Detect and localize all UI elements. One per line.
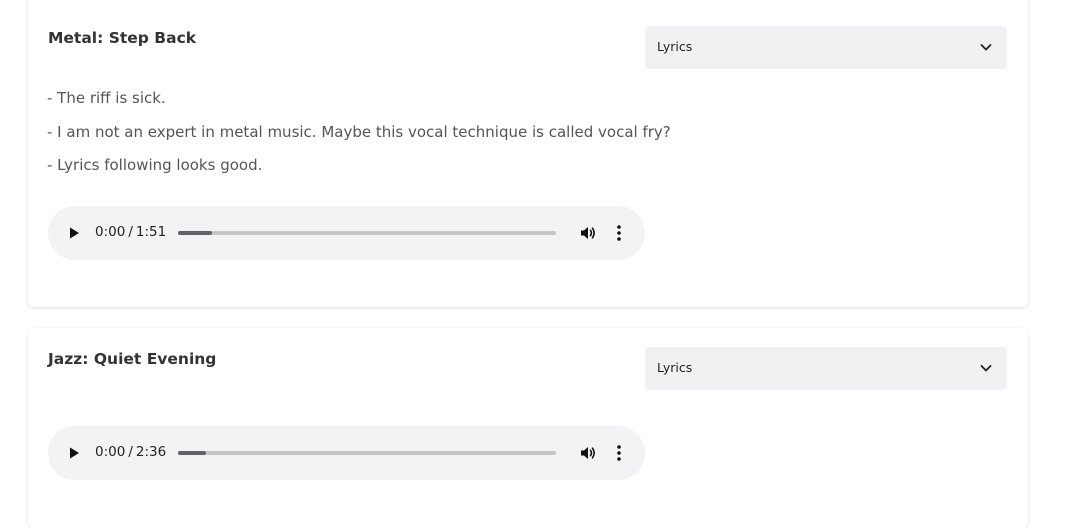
play-icon[interactable]	[66, 225, 82, 241]
seek-bar[interactable]	[178, 231, 556, 235]
volume-icon[interactable]	[579, 444, 597, 462]
more-options-icon[interactable]	[614, 444, 624, 462]
seek-bar-buffered	[178, 451, 207, 455]
more-options-icon[interactable]	[614, 224, 624, 242]
play-icon[interactable]	[66, 445, 82, 461]
audio-player: 0:00/1:51	[48, 206, 645, 260]
chevron-down-icon	[980, 365, 992, 372]
song-title: Metal: Step Back	[48, 29, 197, 47]
song-card: Metal: Step Back Lyrics - The riff is si…	[28, 0, 1028, 307]
time-display: 0:00/2:36	[95, 444, 166, 460]
lyrics-dropdown-value: Lyrics	[657, 39, 693, 54]
chevron-down-icon	[980, 44, 992, 51]
lyrics-dropdown[interactable]: Lyrics	[645, 26, 1007, 69]
review-notes: - The riff is sick. - I am not an expert…	[47, 86, 671, 187]
time-separator: /	[128, 444, 133, 460]
lyrics-dropdown-value: Lyrics	[657, 360, 693, 375]
duration: 2:36	[135, 444, 167, 460]
lyrics-dropdown[interactable]: Lyrics	[645, 347, 1007, 390]
seek-bar-buffered	[178, 231, 213, 235]
note-item: - The riff is sick.	[47, 89, 166, 107]
seek-bar[interactable]	[178, 451, 556, 455]
song-title: Jazz: Quiet Evening	[48, 350, 217, 368]
song-card: Jazz: Quiet Evening Lyrics 0:00/2:36	[28, 328, 1028, 528]
current-time: 0:00	[95, 444, 126, 460]
time-display: 0:00/1:51	[95, 224, 166, 240]
note-item: - Lyrics following looks good.	[47, 156, 263, 174]
audio-player: 0:00/2:36	[48, 426, 645, 480]
volume-icon[interactable]	[579, 224, 597, 242]
note-item: - I am not an expert in metal music. May…	[47, 122, 671, 141]
current-time: 0:00	[95, 224, 126, 240]
time-separator: /	[128, 224, 133, 240]
duration: 1:51	[135, 224, 167, 240]
